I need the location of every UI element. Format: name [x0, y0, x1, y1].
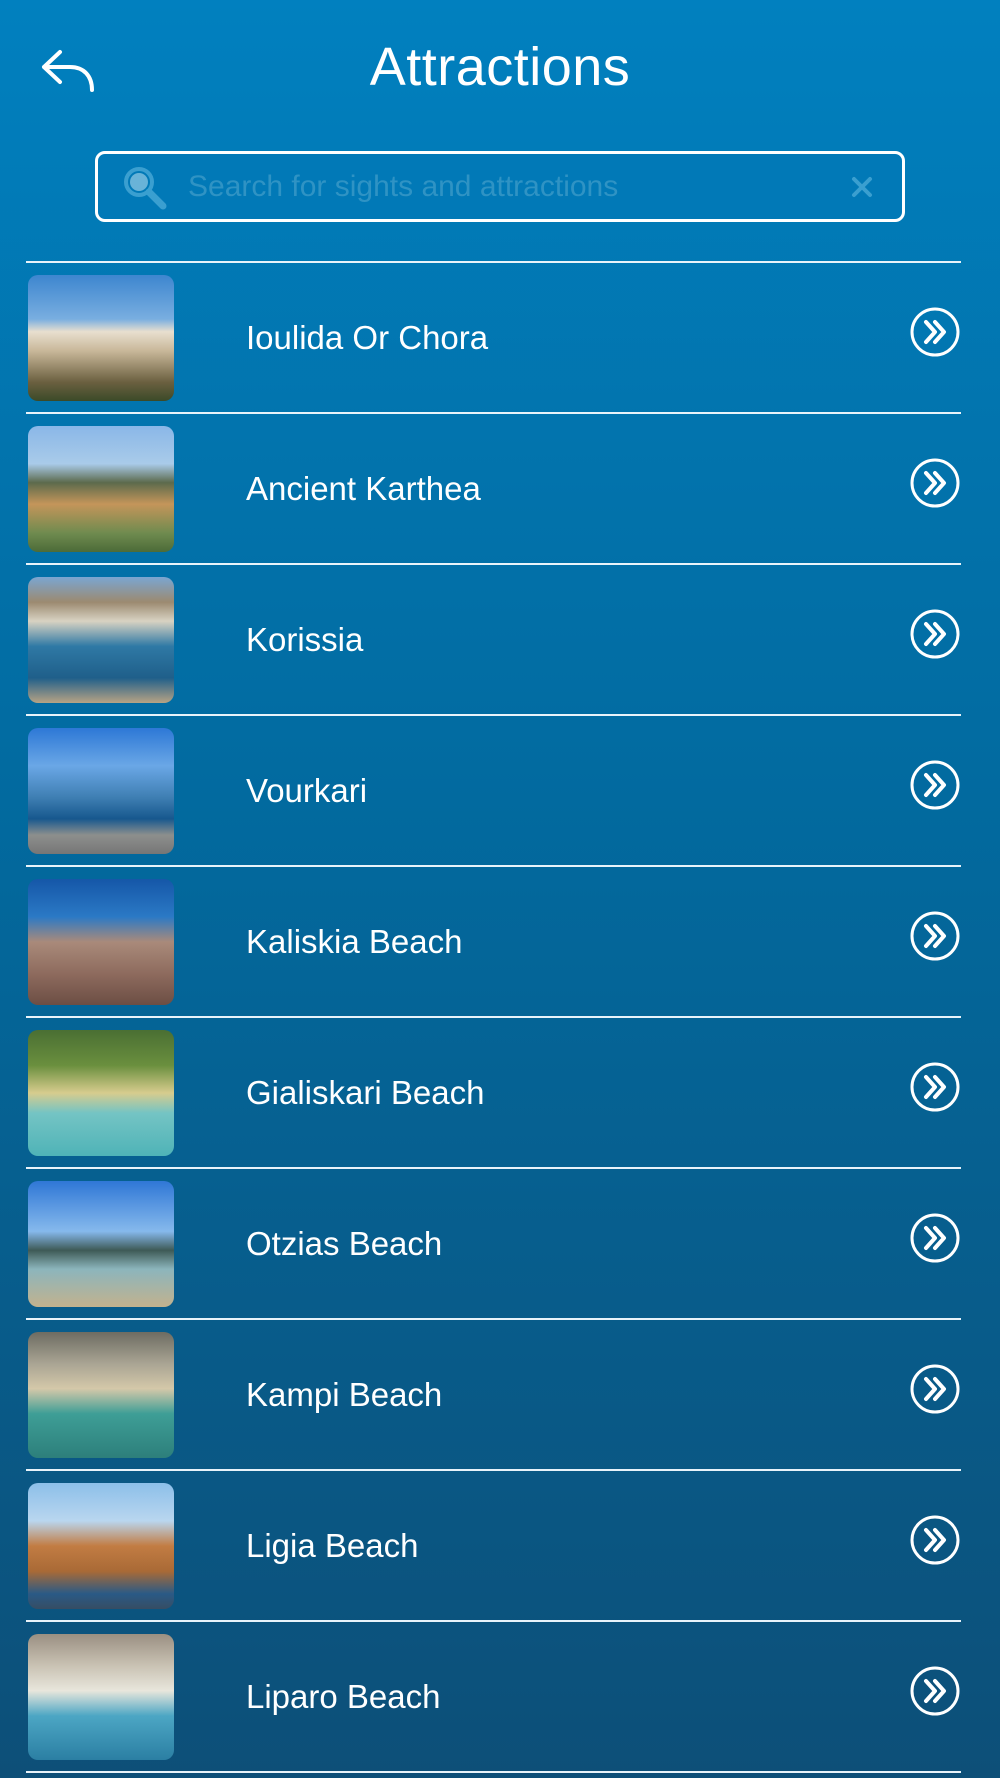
attraction-label: Kaliskia Beach	[246, 922, 463, 960]
attraction-label: Otzias Beach	[246, 1224, 443, 1262]
attraction-label: Gialiskari Beach	[246, 1073, 485, 1111]
attraction-label: Liparo Beach	[246, 1677, 441, 1715]
attraction-row[interactable]: Vourkari	[26, 716, 961, 865]
attraction-row[interactable]: Kampi Beach	[26, 1320, 961, 1469]
attraction-thumbnail	[28, 878, 174, 1005]
chevron-double-right-icon[interactable]	[909, 457, 961, 509]
attraction-thumbnail	[28, 576, 174, 703]
attraction-row[interactable]: Gialiskari Beach	[26, 1018, 961, 1167]
chevron-double-right-icon[interactable]	[909, 306, 961, 358]
attraction-row[interactable]: Liparo Beach	[26, 1622, 961, 1771]
list-divider	[26, 1771, 961, 1773]
chevron-double-right-icon[interactable]	[909, 1665, 961, 1717]
chevron-double-right-icon[interactable]	[909, 1363, 961, 1415]
attraction-row[interactable]: Ancient Karthea	[26, 414, 961, 563]
clear-search-button[interactable]	[842, 167, 882, 207]
attraction-thumbnail	[28, 1029, 174, 1156]
search-bar	[95, 151, 905, 222]
attraction-label: Kampi Beach	[246, 1375, 443, 1413]
attraction-thumbnail	[28, 274, 174, 401]
magnifier-icon	[124, 166, 167, 209]
top-bar: Attractions	[0, 0, 1000, 140]
page-title: Attractions	[369, 37, 631, 97]
attractions-list: Ioulida Or Chora Ancient Karthea Korissi…	[26, 261, 961, 1773]
chevron-double-right-icon[interactable]	[909, 759, 961, 811]
attraction-row[interactable]: Ligia Beach	[26, 1471, 961, 1620]
search-input[interactable]	[188, 154, 842, 219]
attraction-row[interactable]: Korissia	[26, 565, 961, 714]
attraction-thumbnail	[28, 727, 174, 854]
attraction-label: Vourkari	[246, 771, 368, 809]
chevron-double-right-icon[interactable]	[909, 1212, 961, 1264]
attraction-thumbnail	[28, 1331, 174, 1458]
attraction-thumbnail	[28, 425, 174, 552]
attraction-label: Ligia Beach	[246, 1526, 419, 1564]
attraction-row[interactable]: Ioulida Or Chora	[26, 263, 961, 412]
chevron-double-right-icon[interactable]	[909, 910, 961, 962]
attraction-label: Ancient Karthea	[246, 469, 481, 507]
chevron-double-right-icon[interactable]	[909, 608, 961, 660]
attraction-row[interactable]: Otzias Beach	[26, 1169, 961, 1318]
attraction-label: Korissia	[246, 620, 364, 658]
attraction-row[interactable]: Kaliskia Beach	[26, 867, 961, 1016]
attraction-thumbnail	[28, 1482, 174, 1609]
attraction-thumbnail	[28, 1180, 174, 1307]
chevron-double-right-icon[interactable]	[909, 1061, 961, 1113]
attraction-label: Ioulida Or Chora	[246, 318, 489, 356]
attraction-thumbnail	[28, 1633, 174, 1760]
close-icon	[852, 176, 872, 197]
chevron-double-right-icon[interactable]	[909, 1514, 961, 1566]
